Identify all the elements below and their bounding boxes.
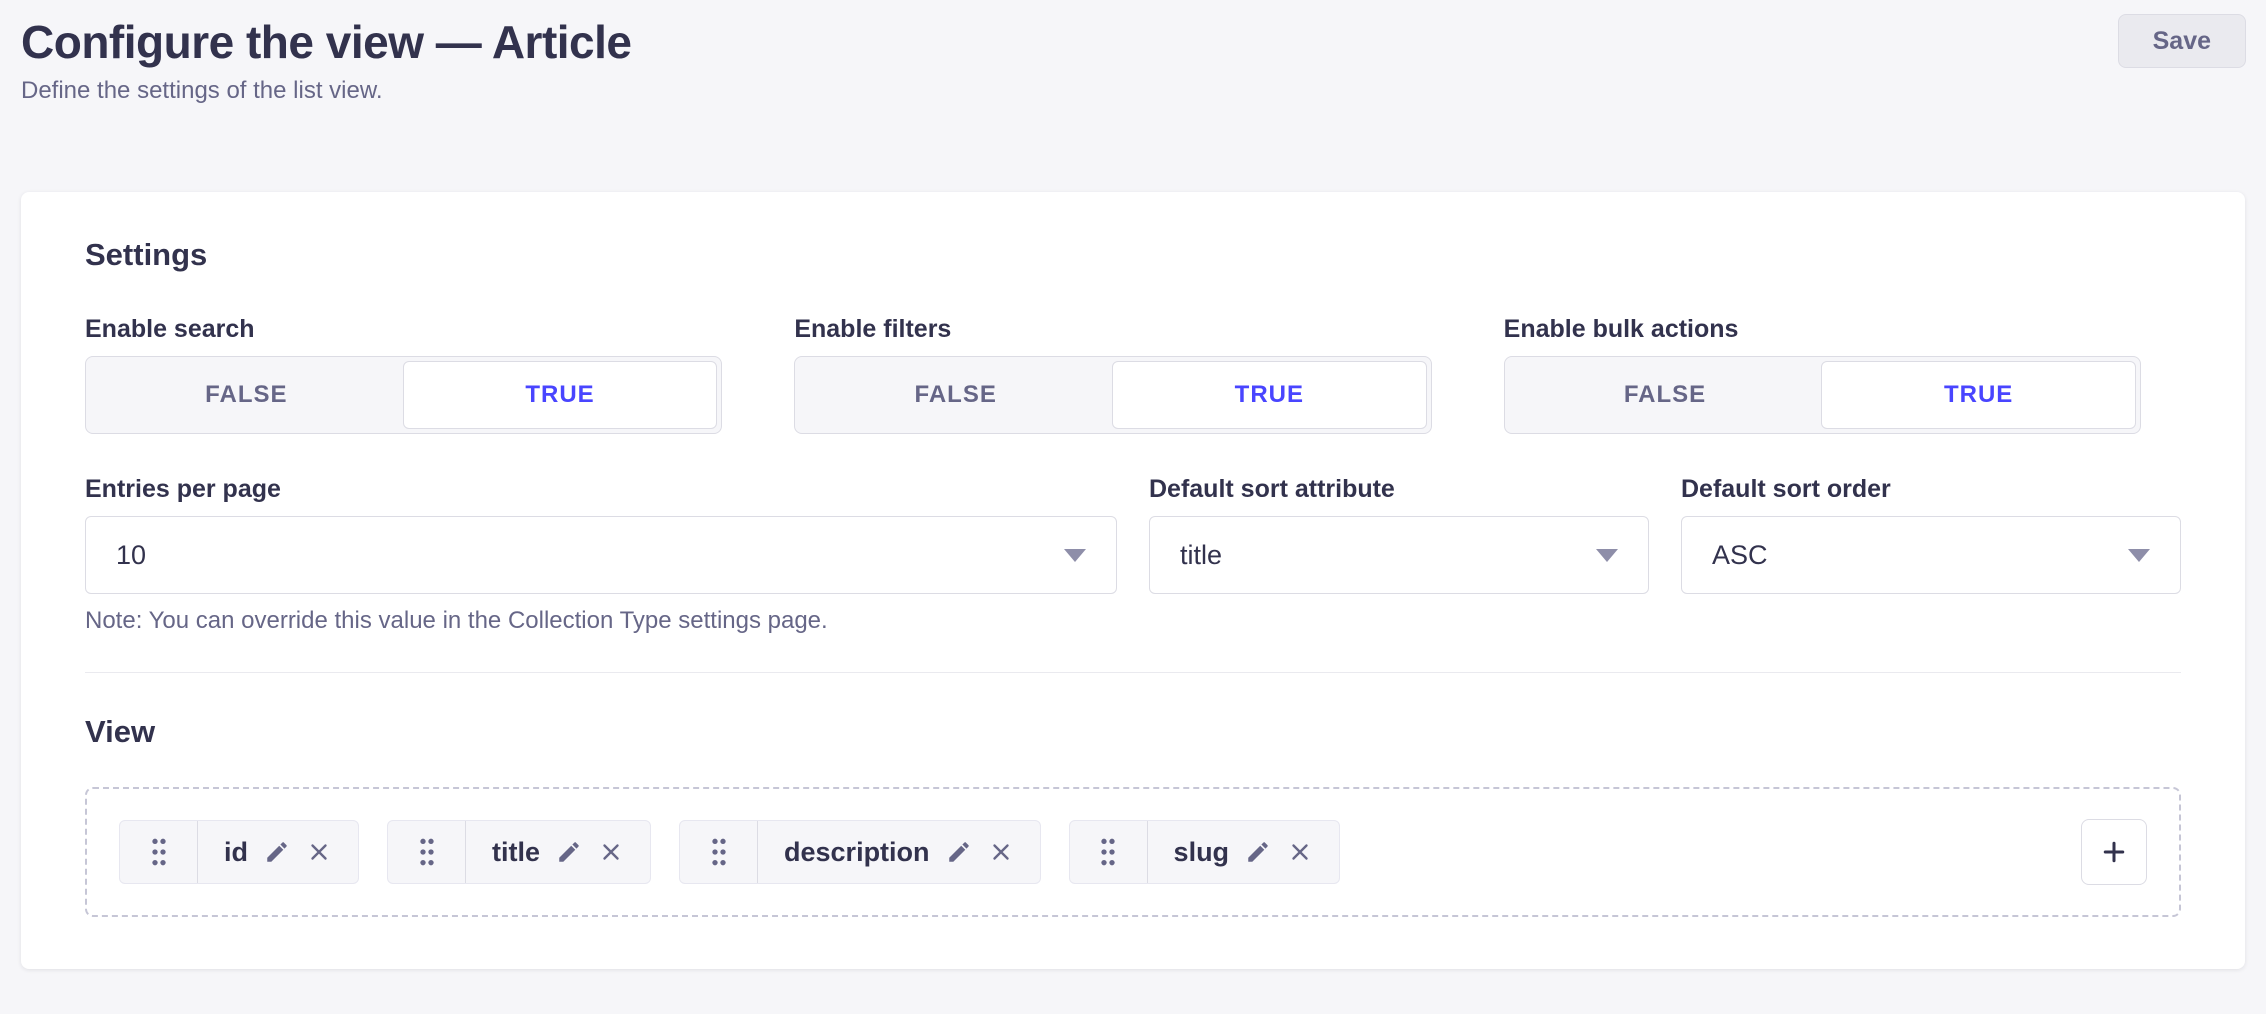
- field-default-sort-attribute: Default sort attribute title: [1149, 474, 1649, 636]
- pencil-icon: [556, 839, 582, 865]
- drag-handle-icon: [708, 836, 730, 868]
- enable-search-label: Enable search: [85, 314, 762, 344]
- drag-handle[interactable]: [120, 821, 198, 883]
- field-enable-filters: Enable filters FALSE TRUE: [794, 314, 1471, 434]
- default-sort-order-label: Default sort order: [1681, 474, 2181, 504]
- settings-grid: Enable search FALSE TRUE Enable filters …: [85, 314, 2181, 636]
- view-section-heading: View: [85, 713, 2181, 751]
- close-icon: [988, 839, 1014, 865]
- pencil-icon: [264, 839, 290, 865]
- enable-bulk-actions-false-option[interactable]: FALSE: [1509, 361, 1822, 429]
- entries-per-page-note: Note: You can override this value in the…: [85, 606, 1117, 636]
- default-sort-attribute-value: title: [1180, 540, 1222, 571]
- settings-card: Settings Enable search FALSE TRUE Enable…: [21, 192, 2245, 969]
- chevron-down-icon: [1596, 549, 1618, 562]
- page-title: Configure the view — Article: [21, 14, 2246, 70]
- field-entries-per-page: Entries per page 10 Note: You can overri…: [85, 474, 1117, 636]
- edit-field-button[interactable]: [1245, 839, 1271, 865]
- pill-body: description: [758, 821, 1040, 883]
- chevron-down-icon: [1064, 549, 1086, 562]
- view-field-pill-slug[interactable]: slug: [1069, 820, 1341, 884]
- field-enable-search: Enable search FALSE TRUE: [85, 314, 762, 434]
- plus-icon: [2099, 837, 2129, 867]
- save-button[interactable]: Save: [2118, 14, 2246, 68]
- enable-filters-label: Enable filters: [794, 314, 1471, 344]
- drag-handle-icon: [416, 836, 438, 868]
- field-enable-bulk-actions: Enable bulk actions FALSE TRUE: [1504, 314, 2181, 434]
- enable-search-toggle: FALSE TRUE: [85, 356, 722, 434]
- entries-per-page-value: 10: [116, 540, 146, 571]
- pill-field-name: title: [492, 837, 540, 868]
- pill-body: title: [466, 821, 650, 883]
- pill-body: id: [198, 821, 358, 883]
- enable-filters-true-option[interactable]: TRUE: [1112, 361, 1427, 429]
- enable-search-true-option[interactable]: TRUE: [403, 361, 718, 429]
- enable-bulk-actions-true-option[interactable]: TRUE: [1821, 361, 2136, 429]
- close-icon: [1287, 839, 1313, 865]
- enable-filters-false-option[interactable]: FALSE: [799, 361, 1112, 429]
- chevron-down-icon: [2128, 549, 2150, 562]
- pencil-icon: [1245, 839, 1271, 865]
- entries-per-page-label: Entries per page: [85, 474, 1117, 504]
- remove-field-button[interactable]: [1287, 839, 1313, 865]
- close-icon: [306, 839, 332, 865]
- pill-field-name: id: [224, 837, 248, 868]
- page-header: Configure the view — Article Define the …: [0, 0, 2266, 106]
- enable-filters-toggle: FALSE TRUE: [794, 356, 1431, 434]
- drag-handle[interactable]: [388, 821, 466, 883]
- pill-field-name: description: [784, 837, 930, 868]
- default-sort-attribute-label: Default sort attribute: [1149, 474, 1649, 504]
- view-fields-dropzone: id: [85, 787, 2181, 917]
- page-subtitle: Define the settings of the list view.: [21, 76, 2246, 106]
- close-icon: [598, 839, 624, 865]
- edit-field-button[interactable]: [264, 839, 290, 865]
- remove-field-button[interactable]: [988, 839, 1014, 865]
- drag-handle[interactable]: [680, 821, 758, 883]
- field-default-sort-order: Default sort order ASC: [1681, 474, 2181, 636]
- remove-field-button[interactable]: [598, 839, 624, 865]
- default-sort-order-select[interactable]: ASC: [1681, 516, 2181, 594]
- pill-field-name: slug: [1174, 837, 1230, 868]
- drag-handle[interactable]: [1070, 821, 1148, 883]
- enable-bulk-actions-label: Enable bulk actions: [1504, 314, 2181, 344]
- pill-body: slug: [1148, 821, 1340, 883]
- drag-handle-icon: [1097, 836, 1119, 868]
- edit-field-button[interactable]: [556, 839, 582, 865]
- default-sort-order-value: ASC: [1712, 540, 1768, 571]
- remove-field-button[interactable]: [306, 839, 332, 865]
- add-field-button[interactable]: [2081, 819, 2147, 885]
- default-sort-attribute-select[interactable]: title: [1149, 516, 1649, 594]
- view-field-pill-description[interactable]: description: [679, 820, 1041, 884]
- entries-per-page-select[interactable]: 10: [85, 516, 1117, 594]
- enable-search-false-option[interactable]: FALSE: [90, 361, 403, 429]
- edit-field-button[interactable]: [946, 839, 972, 865]
- configure-view-page: Configure the view — Article Define the …: [0, 0, 2266, 1014]
- settings-section-heading: Settings: [85, 236, 2181, 274]
- view-field-pill-title[interactable]: title: [387, 820, 651, 884]
- section-divider: [85, 672, 2181, 673]
- drag-handle-icon: [148, 836, 170, 868]
- view-field-pill-id[interactable]: id: [119, 820, 359, 884]
- pencil-icon: [946, 839, 972, 865]
- enable-bulk-actions-toggle: FALSE TRUE: [1504, 356, 2141, 434]
